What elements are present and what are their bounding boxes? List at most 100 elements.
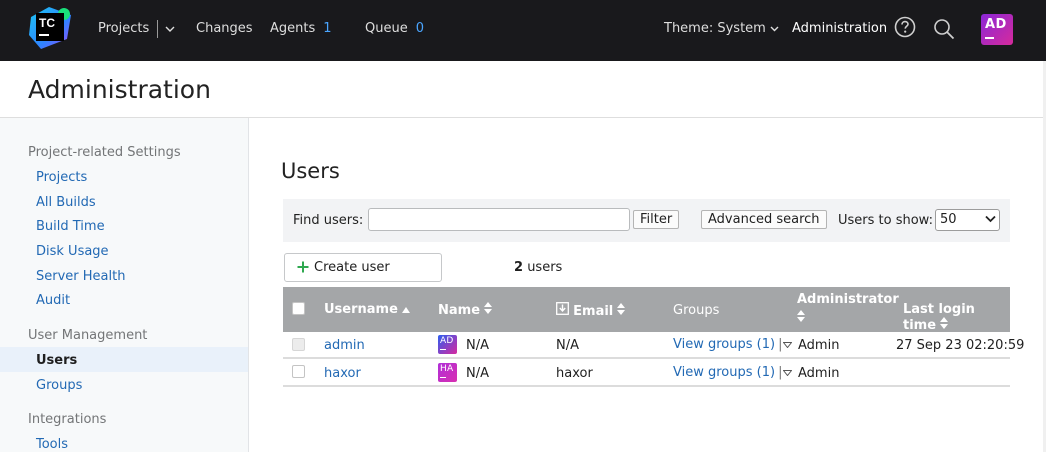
nav-projects[interactable]: Projects bbox=[98, 0, 175, 58]
select-all-checkbox[interactable] bbox=[292, 302, 305, 315]
column-email[interactable]: Email bbox=[556, 302, 626, 319]
nav-administration-label: Administration bbox=[792, 21, 888, 36]
sort-icon bbox=[484, 302, 493, 314]
column-name[interactable]: Name bbox=[438, 302, 493, 318]
administrator-cell: Admin bbox=[798, 338, 840, 353]
top-navigation-bar: TC Projects Changes Agents 1 Queue 0 Theme… bbox=[0, 0, 1046, 61]
sidebar-item-projects[interactable]: Projects bbox=[36, 170, 87, 185]
users-to-show-select[interactable]: 50 bbox=[935, 209, 1000, 231]
download-icon[interactable] bbox=[556, 302, 569, 315]
nav-projects-label: Projects bbox=[98, 21, 150, 36]
sidebar-item-build-time[interactable]: Build Time bbox=[36, 219, 105, 234]
theme-label: Theme: System bbox=[664, 21, 766, 36]
name-cell: N/A bbox=[466, 338, 489, 353]
dropdown-triangle-icon[interactable] bbox=[782, 342, 793, 349]
nav-changes-label: Changes bbox=[196, 21, 253, 36]
sort-ascending-icon bbox=[402, 307, 411, 313]
row-divider bbox=[283, 385, 1010, 387]
sort-icon bbox=[797, 310, 805, 322]
avatar-initials: HA bbox=[440, 364, 454, 374]
users-to-show-value: 50 bbox=[940, 212, 957, 227]
avatar-underline bbox=[440, 349, 446, 350]
row-checkbox-disabled bbox=[292, 338, 305, 351]
find-users-label: Find users: bbox=[293, 213, 364, 228]
chevron-down-icon[interactable] bbox=[165, 26, 175, 32]
sidebar-section-integrations: Integrations bbox=[28, 412, 107, 427]
sort-icon bbox=[617, 303, 626, 315]
nav-agents[interactable]: Agents 1 bbox=[270, 0, 332, 58]
column-username-label: Username bbox=[324, 302, 398, 317]
avatar-underline bbox=[985, 37, 994, 39]
plus-icon bbox=[297, 261, 309, 273]
divider: | bbox=[778, 337, 783, 352]
find-users-input[interactable] bbox=[368, 208, 630, 231]
divider: | bbox=[778, 365, 783, 380]
theme-selector[interactable]: Theme: System bbox=[664, 0, 779, 58]
column-last-login-label: Last login time bbox=[903, 302, 975, 333]
create-user-account-button[interactable]: Create user account bbox=[284, 253, 442, 302]
dropdown-triangle-icon[interactable] bbox=[782, 370, 793, 377]
user-filter-panel: Find users: Filter Advanced search Users… bbox=[283, 199, 1010, 242]
user-count-number: 2 bbox=[514, 260, 524, 275]
sort-icon bbox=[940, 317, 949, 329]
avatar: AD bbox=[438, 335, 457, 354]
avatar-underline bbox=[440, 377, 446, 378]
username-link[interactable]: haxor bbox=[324, 366, 361, 381]
svg-text:TC: TC bbox=[39, 16, 55, 30]
name-cell: N/A bbox=[466, 366, 489, 381]
sidebar-item-tools[interactable]: Tools bbox=[36, 437, 68, 452]
nav-queue-label: Queue bbox=[365, 21, 408, 36]
avatar-initials: AD bbox=[985, 17, 1007, 32]
help-icon[interactable] bbox=[894, 16, 916, 38]
nav-administration[interactable]: Administration bbox=[792, 0, 887, 58]
column-name-label: Name bbox=[438, 303, 481, 318]
sidebar-section-project-settings: Project-related Settings bbox=[28, 145, 181, 160]
teamcity-logo[interactable]: TC bbox=[27, 5, 73, 51]
column-groups: Groups bbox=[673, 303, 720, 318]
sidebar-item-server-health[interactable]: Server Health bbox=[36, 269, 125, 284]
nav-agents-label: Agents bbox=[270, 21, 316, 36]
column-username[interactable]: Username bbox=[324, 302, 411, 317]
username-link[interactable]: admin bbox=[324, 338, 365, 353]
section-title: Users bbox=[281, 159, 340, 183]
column-last-login[interactable]: Last login time bbox=[903, 302, 1010, 333]
user-count-label: users bbox=[527, 260, 563, 275]
email-cell: N/A bbox=[556, 338, 579, 353]
page-header: Administration bbox=[0, 61, 1046, 118]
administrator-cell: Admin bbox=[798, 366, 840, 381]
nav-separator bbox=[157, 19, 159, 38]
sidebar-item-disk-usage[interactable]: Disk Usage bbox=[36, 244, 109, 259]
sidebar-item-audit[interactable]: Audit bbox=[36, 293, 70, 308]
nav-queue[interactable]: Queue 0 bbox=[365, 0, 424, 58]
column-administrator[interactable]: Administrator bbox=[797, 292, 899, 326]
search-icon[interactable] bbox=[933, 18, 955, 40]
chevron-down-icon bbox=[985, 215, 996, 223]
last-login-cell: 27 Sep 23 02:20:59 bbox=[896, 338, 1025, 353]
sidebar-item-all-builds[interactable]: All Builds bbox=[36, 195, 96, 210]
filter-button[interactable]: Filter bbox=[633, 210, 680, 229]
row-divider bbox=[283, 357, 1010, 359]
column-administrator-label: Administrator bbox=[797, 292, 899, 307]
view-groups-link[interactable]: View groups (1) bbox=[673, 337, 775, 352]
user-avatar[interactable]: AD bbox=[981, 14, 1013, 45]
sidebar: Project-related Settings Projects All Bu… bbox=[0, 118, 249, 452]
avatar: HA bbox=[438, 363, 457, 382]
row-checkbox[interactable] bbox=[292, 365, 305, 378]
page-title: Administration bbox=[28, 75, 211, 104]
queue-count-badge: 0 bbox=[415, 21, 424, 36]
email-cell: haxor bbox=[556, 366, 593, 381]
sidebar-section-user-management: User Management bbox=[28, 328, 148, 343]
view-groups-control: View groups (1) | bbox=[673, 365, 793, 380]
users-table-header: Username Name Email Groups Administrator… bbox=[283, 287, 1010, 333]
view-groups-control: View groups (1) | bbox=[673, 337, 793, 352]
avatar-initials: AD bbox=[440, 336, 454, 346]
sidebar-item-users[interactable]: Users bbox=[36, 353, 77, 368]
advanced-search-button[interactable]: Advanced search bbox=[701, 210, 827, 229]
agents-count-badge: 1 bbox=[323, 21, 332, 36]
chevron-down-icon bbox=[770, 26, 779, 31]
view-groups-link[interactable]: View groups (1) bbox=[673, 365, 775, 380]
user-count: 2 users bbox=[514, 260, 562, 275]
nav-changes[interactable]: Changes bbox=[196, 0, 253, 58]
sidebar-item-groups[interactable]: Groups bbox=[36, 378, 82, 393]
column-email-label: Email bbox=[573, 304, 614, 319]
